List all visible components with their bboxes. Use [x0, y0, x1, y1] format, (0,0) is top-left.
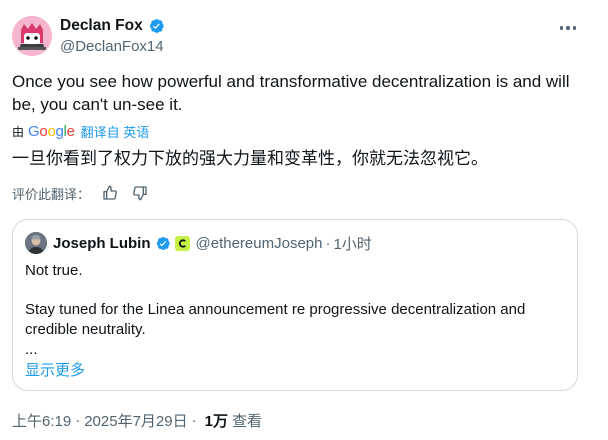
author-avatar[interactable]: [12, 16, 52, 56]
translated-tweet-text: 一旦你看到了权力下放的强大力量和变革性，你就无法忽视它。: [12, 149, 488, 168]
quoted-author-handle: @ethereumJoseph: [195, 234, 323, 252]
quoted-author-display-name: Joseph Lubin: [53, 234, 151, 252]
tweet-text: Once you see how powerful and transforma…: [12, 72, 570, 114]
quoted-text-line: Not true.: [25, 262, 83, 279]
community-badge-icon: [174, 235, 190, 251]
translation-attribution: 由 Google 翻译自 英语: [12, 122, 149, 140]
separator-dot: ·: [325, 234, 331, 252]
separator-dot: ·: [191, 411, 197, 429]
translated-by-label: 由: [12, 124, 25, 139]
google-logo: Google: [28, 122, 75, 140]
author-info: Declan Fox @DeclanFox14: [60, 15, 165, 55]
thumbs-up-icon[interactable]: [100, 183, 120, 203]
verified-badge-icon: [156, 236, 170, 250]
author-display-name[interactable]: Declan Fox: [60, 17, 143, 35]
separator-dot: ·: [75, 411, 81, 429]
quoted-tweet[interactable]: Joseph Lubin @ethereumJoseph · 1小时 Not t…: [12, 219, 578, 391]
views-count: 1万: [204, 412, 228, 430]
more-options-button[interactable]: [556, 18, 580, 38]
quoted-text-ellipsis: ...: [25, 341, 38, 358]
quoted-text-line: Stay tuned for the Linea announcement re…: [25, 301, 526, 318]
quoted-text-line: credible neutrality.: [25, 321, 146, 338]
author-handle[interactable]: @DeclanFox14: [60, 38, 165, 55]
tweet-date[interactable]: 2025年7月29日: [84, 410, 187, 431]
tweet-metadata: 上午6:19 · 2025年7月29日 · 1万 查看: [12, 410, 262, 430]
show-more-link[interactable]: 显示更多: [25, 359, 85, 380]
quoted-timestamp: 1小时: [333, 235, 372, 253]
quoted-tweet-header: Joseph Lubin @ethereumJoseph · 1小时: [25, 232, 372, 254]
tweet-card: Declan Fox @DeclanFox14 Once you see how…: [0, 0, 608, 440]
verified-badge-icon: [149, 19, 164, 33]
more-icon: [559, 26, 564, 30]
rate-translation-label: 评价此翻译：: [12, 186, 91, 202]
views-label: 查看: [231, 412, 262, 430]
tweet-time[interactable]: 上午6:19: [12, 410, 71, 431]
quoted-author-avatar[interactable]: [25, 232, 47, 254]
thumbs-down-icon[interactable]: [130, 183, 150, 203]
translated-from-link[interactable]: 翻译自 英语: [81, 122, 150, 141]
rate-translation: 评价此翻译：: [12, 183, 150, 203]
